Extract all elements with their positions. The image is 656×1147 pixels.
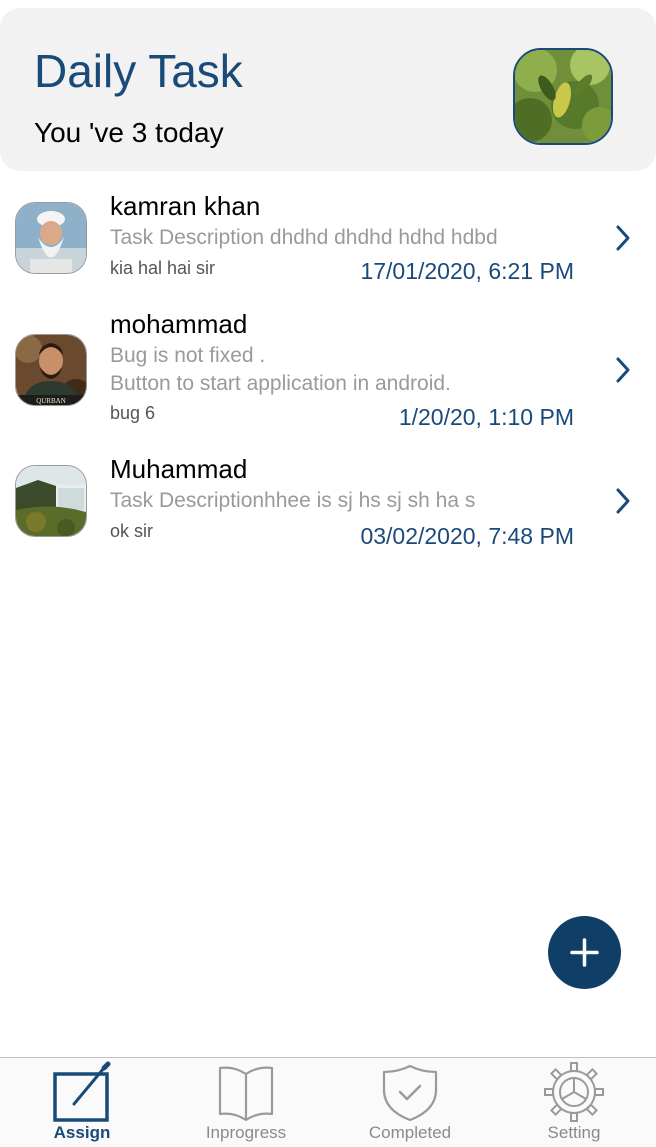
task-date: 03/02/2020, 7:48 PM: [360, 523, 574, 549]
tab-label: Inprogress: [205, 1123, 287, 1142]
bottom-tab-bar: Assign Inprogress Completed Setting: [0, 1057, 656, 1147]
profile-photo: [515, 50, 611, 143]
task-date: 1/20/20, 1:10 PM: [398, 404, 574, 430]
task-assignee-name: kamran khan: [110, 191, 261, 221]
plus-icon: [570, 938, 599, 967]
user-avatar: [15, 465, 87, 537]
chevron-right-icon[interactable]: [612, 487, 634, 515]
task-description: Task Description dhdhd dhdhd hdhd hdbd: [110, 226, 498, 249]
page-title: Daily Task: [34, 45, 243, 97]
tab-inprogress[interactable]: Inprogress: [164, 1058, 328, 1147]
task-description-line-1: Bug is not fixed .: [110, 344, 266, 367]
task-note: kia hal hai sir: [110, 258, 216, 278]
task-description: Task Descriptionhhee is sj hs sj sh ha s: [110, 489, 476, 512]
avatar-caption: QURBAN: [36, 397, 66, 405]
tab-label: Assign: [53, 1123, 111, 1142]
user-avatar: [15, 202, 87, 274]
task-row[interactable]: kamran khan Task Description dhdhd dhdhd…: [0, 190, 656, 295]
tab-assign[interactable]: Assign: [0, 1058, 164, 1147]
book-icon: [218, 1066, 274, 1122]
add-task-button[interactable]: [548, 916, 621, 989]
task-date: 17/01/2020, 6:21 PM: [360, 258, 574, 284]
task-row[interactable]: QURBAN mohammad Bug is not fixed . Butto…: [0, 308, 656, 443]
task-assignee-name: mohammad: [110, 309, 248, 339]
task-description-line-2: Button to start application in android.: [110, 372, 451, 395]
chevron-right-icon[interactable]: [612, 356, 634, 384]
task-assignee-name: Muhammad: [110, 454, 248, 484]
chevron-right-icon[interactable]: [612, 224, 634, 252]
user-avatar: QURBAN: [15, 334, 87, 406]
profile-avatar[interactable]: [513, 48, 613, 145]
task-count-subtitle: You 've 3 today: [34, 117, 224, 148]
tab-setting[interactable]: Setting: [492, 1058, 656, 1147]
tab-completed[interactable]: Completed: [328, 1058, 492, 1147]
task-note: bug 6: [110, 403, 156, 423]
shield-check-icon: [382, 1064, 438, 1122]
task-note: ok sir: [110, 521, 154, 541]
tab-label: Setting: [547, 1123, 601, 1142]
edit-icon: [53, 1061, 111, 1122]
gear-icon: [544, 1062, 604, 1122]
header: Daily Task You 've 3 today: [0, 8, 656, 171]
tab-label: Completed: [368, 1123, 452, 1142]
task-row[interactable]: Muhammad Task Descriptionhhee is sj hs s…: [0, 453, 656, 558]
